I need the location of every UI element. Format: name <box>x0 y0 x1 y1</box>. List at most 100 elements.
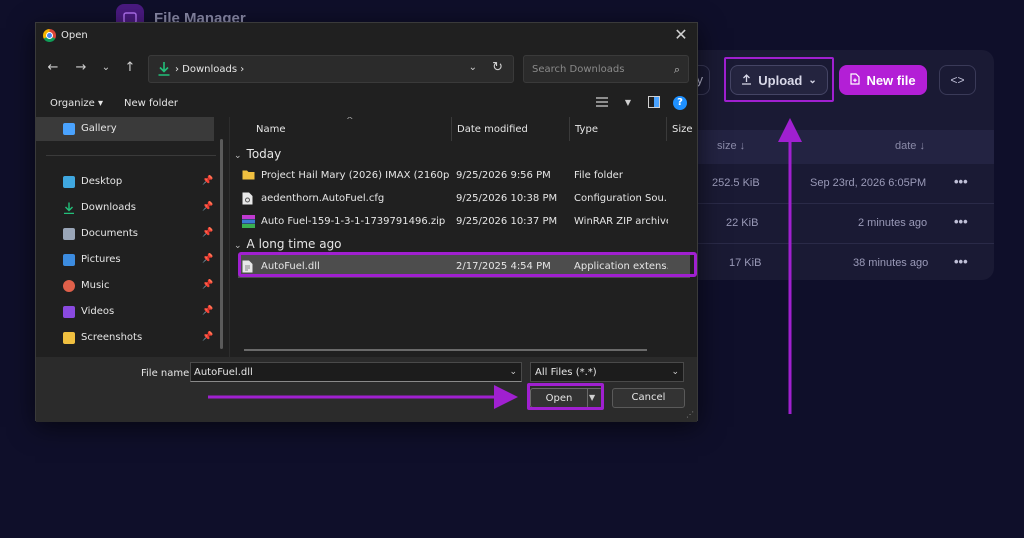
column-separator[interactable] <box>451 117 452 141</box>
back-arrow-icon[interactable]: ← <box>44 59 62 77</box>
sidebar-item-gallery[interactable]: Gallery <box>36 117 214 141</box>
file-type: WinRAR ZIP archive <box>574 216 668 227</box>
new-file-icon <box>850 72 861 88</box>
group-header-long-ago[interactable]: ⌄ A long time ago <box>234 237 342 251</box>
group-label: A long time ago <box>246 237 342 251</box>
file-date: 9/25/2026 10:38 PM <box>456 193 558 204</box>
sidebar-item-videos[interactable]: Videos 📌 <box>36 300 214 324</box>
upload-highlight <box>724 57 834 102</box>
sidebar-scrollbar[interactable] <box>220 139 223 349</box>
selected-file-highlight <box>238 252 697 277</box>
row-menu-icon[interactable]: ••• <box>954 174 968 189</box>
folder-icon <box>63 332 75 344</box>
sidebar-item-label: Screenshots <box>81 332 143 343</box>
column-separator[interactable] <box>569 117 570 141</box>
divider <box>46 155 216 156</box>
organize-menu[interactable]: Organize ▾ <box>50 98 103 109</box>
pictures-icon <box>63 254 75 266</box>
up-arrow-icon[interactable]: ↑ <box>121 59 139 77</box>
list-item[interactable]: Auto Fuel-159-1-3-1-1739791496.zip 9/25/… <box>238 210 690 233</box>
search-icon: ⌕ <box>673 63 680 76</box>
file-name: Auto Fuel-159-1-3-1-1739791496.zip <box>261 216 446 227</box>
file-type: File folder <box>574 170 623 181</box>
column-type[interactable]: Type <box>575 124 598 135</box>
list-item[interactable]: aedenthorn.AutoFuel.cfg 9/25/2026 10:38 … <box>238 187 690 210</box>
cancel-button[interactable]: Cancel <box>612 388 685 408</box>
close-icon[interactable]: ✕ <box>671 25 691 45</box>
sidebar-item-documents[interactable]: Documents 📌 <box>36 222 214 246</box>
date-column-header[interactable]: date ↓ <box>895 140 925 152</box>
sidebar-item-label: Music <box>81 280 110 291</box>
sidebar-item-music[interactable]: Music 📌 <box>36 274 214 298</box>
row-date: Sep 23rd, 2026 6:05PM <box>810 177 927 189</box>
open-file-dialog: Open ✕ ← → ⌄ ↑ › Downloads › ⌄ ↻ Search … <box>35 22 698 422</box>
chevron-down-icon[interactable]: ⌄ <box>469 62 477 73</box>
view-dropdown-icon[interactable]: ▼ <box>621 96 635 110</box>
dialog-titlebar: Open ✕ <box>36 23 697 49</box>
download-icon <box>63 202 75 215</box>
pin-icon: 📌 <box>202 332 214 342</box>
column-date-modified[interactable]: Date modified <box>457 124 528 135</box>
address-bar[interactable]: › Downloads › ⌄ ↻ <box>148 55 514 83</box>
row-menu-icon[interactable]: ••• <box>954 254 968 269</box>
column-separator[interactable] <box>666 117 667 141</box>
videos-icon <box>63 306 75 318</box>
sidebar-item-pictures[interactable]: Pictures 📌 <box>36 248 214 272</box>
address-path[interactable]: › Downloads › <box>175 64 244 75</box>
file-date: 9/25/2026 10:37 PM <box>456 216 558 227</box>
file-name-value: AutoFuel.dll <box>194 367 253 378</box>
desktop-icon <box>63 176 75 188</box>
file-type-filter[interactable]: All Files (*.*) ⌄ <box>530 362 684 382</box>
list-item[interactable]: Project Hail Mary (2026) IMAX (2160p UH.… <box>238 164 690 187</box>
column-headers: ^ Name Date modified Type Size <box>230 117 698 141</box>
dialog-title: Open <box>61 30 88 41</box>
group-header-today[interactable]: ⌄ Today <box>234 147 281 161</box>
row-date: 2 minutes ago <box>858 217 928 229</box>
new-file-button[interactable]: New file <box>839 65 927 95</box>
refresh-icon[interactable]: ↻ <box>492 60 503 75</box>
file-name: Project Hail Mary (2026) IMAX (2160p UH.… <box>261 170 451 181</box>
config-file-icon <box>242 192 254 205</box>
search-box[interactable]: Search Downloads ⌕ <box>523 55 689 83</box>
size-column-header[interactable]: size ↓ <box>717 140 745 152</box>
sidebar-item-screenshots[interactable]: Screenshots 📌 <box>36 326 214 350</box>
recent-locations-icon[interactable]: ⌄ <box>97 59 115 77</box>
preview-pane-icon[interactable] <box>647 96 661 110</box>
file-name-field[interactable]: AutoFuel.dll ⌄ <box>190 362 522 382</box>
sidebar-item-desktop[interactable]: Desktop 📌 <box>36 170 214 194</box>
row-size: 252.5 KiB <box>712 177 760 189</box>
sidebar-item-downloads[interactable]: Downloads 📌 <box>36 196 214 220</box>
resize-grip-icon[interactable]: ⋰ <box>686 410 694 419</box>
file-type-filter-value: All Files (*.*) <box>535 367 597 378</box>
pin-icon: 📌 <box>202 280 214 290</box>
file-name: aedenthorn.AutoFuel.cfg <box>261 193 385 204</box>
chrome-icon <box>43 29 56 42</box>
file-name-label: File name: <box>141 368 193 379</box>
group-label: Today <box>246 147 282 161</box>
column-name[interactable]: Name <box>256 124 286 135</box>
pin-icon: 📌 <box>202 176 214 186</box>
new-folder-button[interactable]: New folder <box>124 98 178 109</box>
view-menu-icon[interactable] <box>595 96 609 110</box>
pin-icon: 📌 <box>202 228 214 238</box>
file-list: ^ Name Date modified Type Size ⌄ Today Pr… <box>230 117 698 357</box>
open-button-highlight <box>527 383 604 410</box>
code-view-button[interactable]: <> <box>939 65 976 95</box>
row-menu-icon[interactable]: ••• <box>954 214 968 229</box>
column-size[interactable]: Size <box>672 124 693 135</box>
chevron-down-icon: ⌄ <box>234 241 242 251</box>
search-input[interactable]: Search Downloads <box>532 64 624 75</box>
horizontal-scrollbar[interactable] <box>244 349 647 351</box>
file-type: Configuration Sou... <box>574 193 668 204</box>
sidebar-item-label: Videos <box>81 306 115 317</box>
chevron-down-icon: ⌄ <box>671 367 679 377</box>
download-icon <box>157 61 171 77</box>
command-bar: Organize ▾ New folder ▼ ? <box>36 93 697 117</box>
chevron-down-icon[interactable]: ⌄ <box>509 367 517 377</box>
pin-icon: 📌 <box>202 202 214 212</box>
help-icon[interactable]: ? <box>673 96 687 110</box>
forward-arrow-icon[interactable]: → <box>72 59 90 77</box>
music-icon <box>63 280 75 292</box>
sidebar-item-label: Gallery <box>81 123 117 134</box>
chevron-down-icon: ⌄ <box>234 151 242 161</box>
